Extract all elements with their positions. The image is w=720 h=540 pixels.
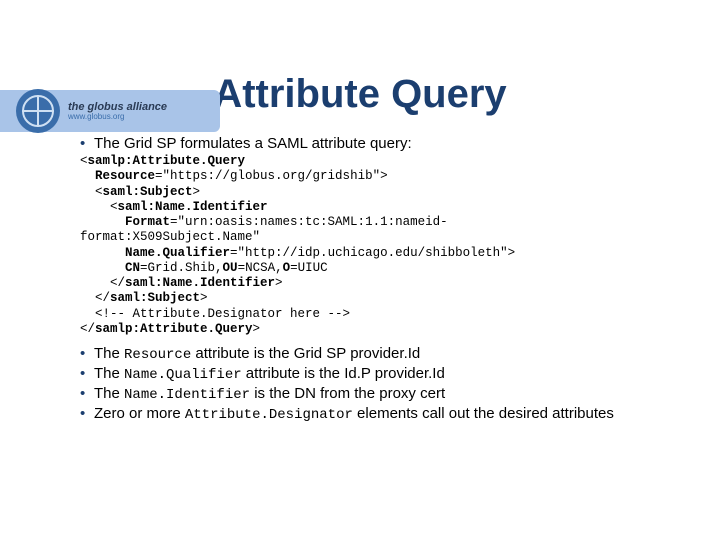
slide-content: The Grid SP formulates a SAML attribute … [80, 135, 660, 423]
bullet-item: The Resource attribute is the Grid SP pr… [98, 345, 660, 363]
alliance-line1: the globus alliance [68, 101, 167, 113]
bullet-post: attribute is the Grid SP provider.Id [191, 345, 420, 362]
globus-globe-icon [16, 89, 60, 133]
alliance-line2: www.globus.org [68, 113, 167, 122]
header-bar: the globus alliance www.globus.org [0, 90, 220, 132]
bullet-intro: The Grid SP formulates a SAML attribute … [98, 135, 660, 152]
bullet-mono: Name.Qualifier [124, 367, 242, 383]
code-block: <samlp:Attribute.Query Resource="https:/… [80, 154, 660, 337]
bullet-pre: The [94, 345, 124, 362]
bullet-item: The Name.Qualifier attribute is the Id.P… [98, 365, 660, 383]
bullet-list: The Resource attribute is the Grid SP pr… [80, 345, 660, 423]
alliance-text: the globus alliance www.globus.org [68, 101, 167, 122]
bullet-post: attribute is the Id.P provider.Id [242, 365, 445, 382]
bullet-pre: The [94, 365, 124, 382]
bullet-item: The Name.Identifier is the DN from the p… [98, 385, 660, 403]
bullet-pre: Zero or more [94, 405, 185, 422]
bullet-post: elements call out the desired attributes [353, 405, 614, 422]
bullet-post: is the DN from the proxy cert [250, 385, 445, 402]
bullet-mono: Resource [124, 347, 191, 363]
bullet-mono: Attribute.Designator [185, 407, 353, 423]
bullet-mono: Name.Identifier [124, 387, 250, 403]
bullet-item: Zero or more Attribute.Designator elemen… [98, 405, 660, 423]
bullet-pre: The [94, 385, 124, 402]
